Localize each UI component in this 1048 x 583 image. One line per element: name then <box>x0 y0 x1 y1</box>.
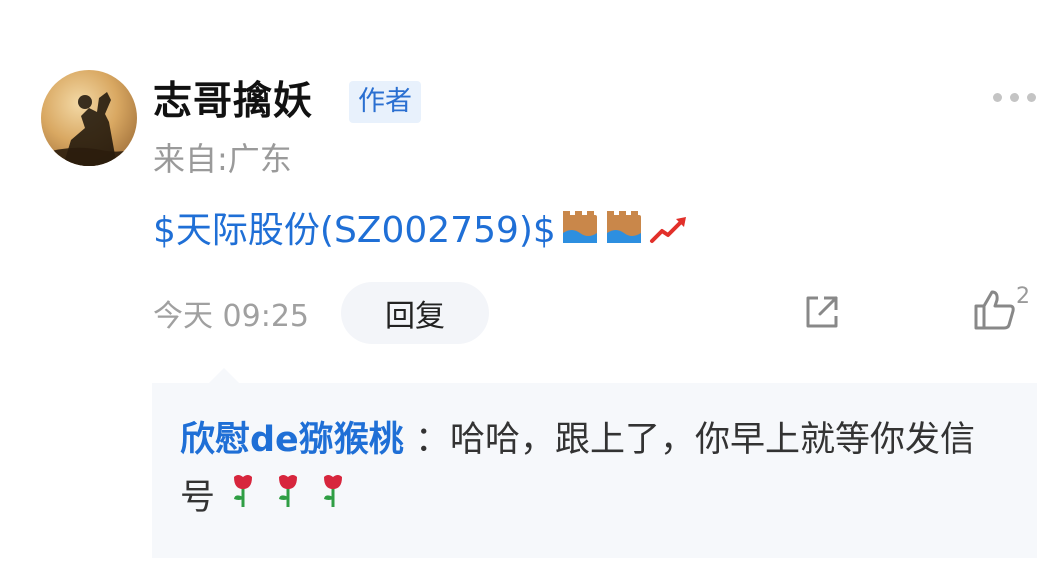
more-options-icon[interactable] <box>993 93 1036 102</box>
reply-button[interactable]: 回复 <box>341 282 489 344</box>
castle-water-icon <box>560 211 600 251</box>
thumbs-up-icon <box>974 290 1015 330</box>
reply-separator: ： <box>414 420 450 460</box>
avatar-silhouette-icon <box>41 92 137 166</box>
like-button[interactable]: 2 <box>972 284 1042 336</box>
post-meta: 今天 09:25 回复 <box>153 282 489 344</box>
stock-link[interactable]: $天际股份(SZ002759)$ <box>153 205 556 257</box>
author-badge: 作者 <box>349 81 421 123</box>
reply-box[interactable]: 欣慰de猕猴桃 ：哈哈，跟上了，你早上就等你发信号 <box>152 383 1037 558</box>
author-name[interactable]: 志哥擒妖 <box>153 76 313 128</box>
reply-text-block: 欣慰de猕猴桃 ：哈哈，跟上了，你早上就等你发信号 <box>180 411 1000 527</box>
rose-icon <box>316 475 350 518</box>
post-timestamp: 今天 09:25 <box>153 299 309 334</box>
rose-icon <box>271 475 316 518</box>
author-avatar[interactable] <box>41 70 137 166</box>
reply-pointer <box>209 368 239 383</box>
share-icon[interactable] <box>800 290 844 334</box>
post-origin: 来自:广东 <box>153 140 292 178</box>
like-count: 2 <box>1016 284 1030 309</box>
rising-chart-icon <box>648 211 688 251</box>
castle-water-icon <box>604 211 644 251</box>
rose-icon <box>226 475 271 518</box>
reply-username[interactable]: 欣慰de猕猴桃 <box>180 420 404 460</box>
post-content: $天际股份(SZ002759)$ <box>153 205 688 257</box>
